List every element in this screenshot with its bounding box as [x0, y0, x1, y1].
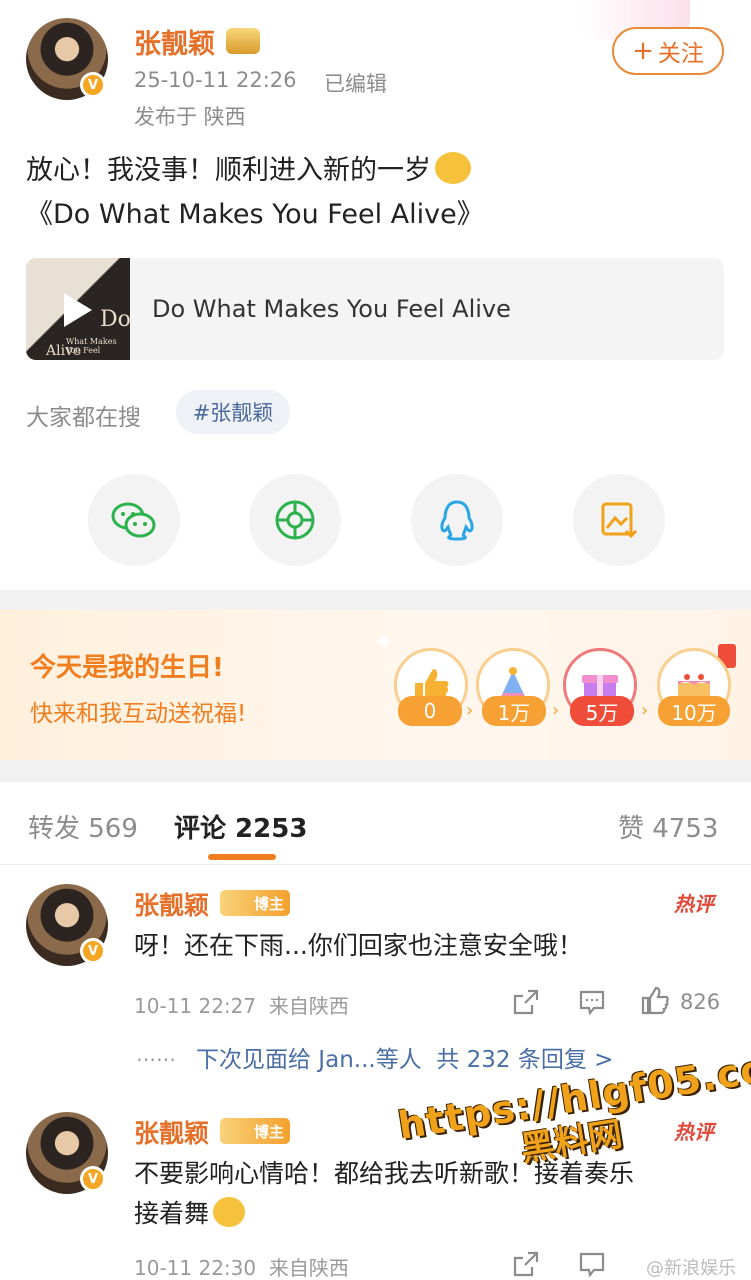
birthday-subtitle: 快来和我互动送祝福! [30, 701, 247, 727]
comment-icon[interactable] [578, 1250, 606, 1278]
tab-comments[interactable]: 评论 2253 [174, 808, 307, 845]
comment-meta: 10-11 22:30 来自陕西 [134, 1256, 349, 1280]
music-card[interactable]: Do What Makes You Feel Alive Do What Mak… [26, 258, 724, 360]
tab-reposts[interactable]: 转发 569 [28, 808, 138, 845]
comment-text-line1: 不要影响心情哈！都给我去听新歌！接着奏乐 [134, 1159, 635, 1188]
hot-comment-badge: 热评 [674, 892, 714, 916]
share-icon[interactable] [512, 1250, 540, 1278]
wechat-icon [111, 502, 156, 538]
active-tab-indicator [208, 854, 276, 860]
verified-badge-icon: V [80, 1166, 106, 1192]
tabs-divider [0, 864, 751, 865]
share-wechat-button[interactable] [88, 474, 180, 566]
thumb-big-text: Do [100, 307, 131, 332]
sina-watermark: @新浪娱乐 [646, 1258, 736, 1279]
follow-button[interactable]: + 关注 [612, 27, 724, 75]
blogger-badge-label: 博主 [253, 894, 284, 913]
sweat-emoji-icon [435, 152, 471, 184]
music-title: Do What Makes You Feel Alive [152, 295, 511, 323]
save-image-button[interactable] [573, 474, 665, 566]
play-icon[interactable] [64, 293, 92, 327]
milestone-label-1: 1万 [482, 696, 546, 726]
comment-text: 呀！还在下雨...你们回家也注意安全哦！ [134, 931, 583, 960]
moments-icon [275, 500, 315, 540]
chevron-right-icon: › [466, 700, 474, 721]
post-location: 发布于 陕西 [134, 105, 246, 129]
blogger-badge-label: 博主 [253, 1122, 284, 1141]
crying-emoji-icon [213, 1197, 246, 1227]
comment-text: 不要影响心情哈！都给我去听新歌！接着奏乐 接着舞 [134, 1154, 724, 1234]
qq-icon [440, 500, 474, 541]
trending-search-label: 大家都在搜 [26, 405, 141, 431]
milestone-label-3: 10万 [658, 696, 730, 726]
sparkle-icon: ✦ [374, 628, 395, 656]
comment-author[interactable]: 张靓颖 [134, 1114, 209, 1150]
post-text-line1: 放心！我没事！顺利进入新的一岁 [26, 155, 431, 186]
post-text-line2[interactable]: 《Do What Makes You Feel Alive》 [26, 194, 726, 236]
comment-icon[interactable] [578, 988, 606, 1016]
hot-comment-badge: 热评 [674, 1120, 714, 1144]
comment-meta: 10-11 22:27 来自陕西 [134, 994, 349, 1018]
blogger-badge: 博主 [220, 1118, 290, 1144]
share-moments-button[interactable] [249, 474, 341, 566]
chevron-right-icon: › [552, 700, 560, 721]
crown-icon [226, 28, 260, 54]
share-qq-button[interactable] [411, 474, 503, 566]
blogger-badge: 博主 [220, 890, 290, 916]
verified-badge-icon: V [80, 938, 106, 964]
view-replies-link[interactable]: 下次见面给 Jan...等人 共 232 条回复 > [196, 1040, 613, 1074]
comment-author[interactable]: 张靓颖 [134, 886, 209, 922]
thumbs-up-icon[interactable] [640, 986, 670, 1016]
section-divider [0, 590, 751, 610]
chevron-right-icon: › [641, 700, 649, 721]
save-image-icon [601, 502, 638, 539]
birthday-title: 今天是我的生日! [30, 653, 224, 683]
plus-icon: + [632, 36, 654, 66]
post-body: 放心！我没事！顺利进入新的一岁 《Do What Makes You Feel … [26, 150, 726, 236]
verified-badge-icon: V [80, 72, 106, 98]
share-icon[interactable] [512, 988, 540, 1016]
milestone-label-0: 0 [398, 696, 462, 726]
edited-label[interactable]: 已编辑 [324, 68, 387, 98]
milestone-label-2: 5万 [570, 696, 634, 726]
like-count: 826 [680, 990, 721, 1014]
tab-likes[interactable]: 赞 4753 [618, 808, 718, 845]
album-thumbnail: Do What Makes You Feel Alive [26, 258, 131, 360]
author-name[interactable]: 张靓颖 [134, 22, 215, 61]
comment-text-line2: 接着舞 [134, 1199, 210, 1228]
reply-ellipsis: …… [136, 1042, 176, 1066]
thumb-alive-text: Alive [46, 343, 82, 359]
section-divider [0, 760, 751, 782]
hashtag-chip[interactable]: #张靓颖 [176, 390, 290, 434]
follow-label: 关注 [657, 41, 704, 67]
post-timestamp: 25-10-11 22:26 [134, 68, 297, 92]
